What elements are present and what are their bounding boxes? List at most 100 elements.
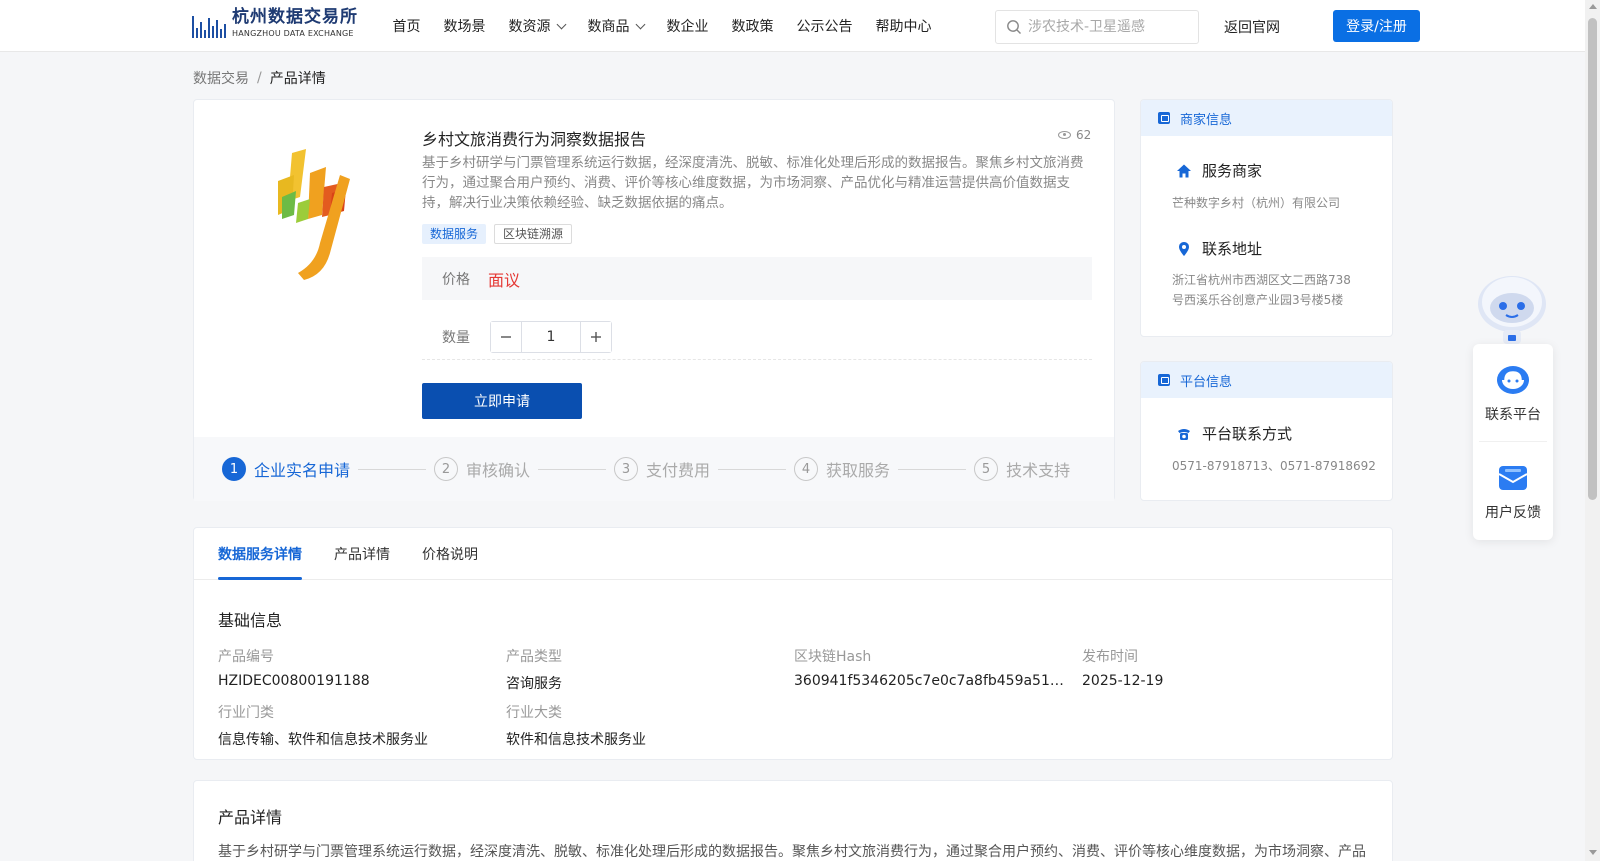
step-label: 支付费用 (646, 461, 711, 480)
field-value: 软件和信息技术服务业 (506, 732, 646, 748)
product-detail-text: 基于乡村研学与门票管理系统运行数据，经深度清洗、脱敏、标准化处理后形成的数据报告… (218, 844, 1366, 860)
step-number: 2 (434, 457, 459, 481)
page-scrollbar[interactable] (1585, 0, 1600, 861)
tab-data-service-details[interactable]: 数据服务详情 (218, 528, 302, 580)
field-label: 区块链Hash (794, 649, 872, 665)
nav-enterprises[interactable]: 数企业 (667, 16, 709, 36)
breadcrumb-separator: / (257, 70, 262, 86)
tag-blockchain-trace: 区块链溯源 (494, 224, 573, 244)
service-provider-title: 服务商家 (1176, 160, 1392, 181)
location-pin-icon (1179, 241, 1189, 256)
nav-resources[interactable]: 数资源 (509, 16, 566, 36)
back-to-official-site-link[interactable]: 返回官网 (1224, 17, 1280, 37)
plus-icon (591, 331, 601, 342)
field-industry-category: 行业门类 信息传输、软件和信息技术服务业 (218, 702, 498, 749)
field-value: 咨询服务 (506, 676, 562, 692)
merchant-info-card: 商家信息 服务商家 芒种数字乡村（杭州）有限公司 联系地址 浙江省杭州市西湖区文… (1140, 99, 1393, 337)
eye-icon (1058, 131, 1071, 139)
basic-info-title: 基础信息 (218, 611, 283, 630)
logo-title: 杭州数据交易所 (232, 7, 358, 27)
field-label: 行业门类 (218, 705, 274, 721)
step-connector (358, 468, 427, 470)
decrease-quantity-button[interactable] (491, 321, 522, 352)
main-nav: 首页 数场景 数资源 数商品 数企业 数政策 公示公告 帮助中心 (381, 0, 943, 52)
scrollbar-thumb[interactable] (1588, 18, 1597, 500)
breadcrumb-current: 产品详情 (269, 71, 326, 87)
platform-info-header: 平台信息 (1141, 362, 1392, 398)
tag-data-service: 数据服务 (422, 224, 487, 244)
details-tabs: 数据服务详情 产品详情 价格说明 (194, 528, 1392, 580)
step-number: 1 (222, 457, 246, 481)
nav-scenarios[interactable]: 数场景 (444, 16, 486, 36)
step-label: 获取服务 (826, 461, 891, 480)
step-number: 3 (614, 457, 639, 481)
step-number: 5 (974, 457, 999, 481)
field-product-id: 产品编号 HZIDEC00800191188 (218, 646, 488, 689)
field-publish-date: 发布时间 2025-12-19 (1082, 646, 1352, 689)
field-label: 行业大类 (506, 705, 562, 721)
platform-info-card: 平台信息 平台联系方式 0571-87918713、0571-87918692 (1140, 361, 1393, 501)
platform-contact-title: 平台联系方式 (1176, 423, 1392, 444)
tab-product-details[interactable]: 产品详情 (334, 528, 390, 579)
nav-products[interactable]: 数商品 (588, 16, 645, 36)
step-1: 1 企业实名申请 (222, 457, 350, 481)
breadcrumb-root[interactable]: 数据交易 (193, 68, 249, 88)
step-4: 4 获取服务 (794, 457, 890, 481)
contact-address-line-1: 浙江省杭州市西湖区文二西路738 (1172, 273, 1351, 287)
quantity-value[interactable]: 1 (522, 329, 580, 345)
search-icon (1007, 20, 1021, 34)
login-register-button[interactable]: 登录/注册 (1333, 10, 1420, 42)
logo-icon (192, 10, 226, 38)
floating-service-panel: 联系平台 用户反馈 (1473, 344, 1553, 540)
increase-quantity-button[interactable] (580, 321, 611, 352)
apply-now-button[interactable]: 立即申请 (422, 383, 582, 419)
step-label: 技术支持 (1006, 461, 1071, 480)
nav-help-center[interactable]: 帮助中心 (876, 16, 932, 36)
field-value: HZIDEC00800191188 (218, 673, 370, 689)
nav-announcements[interactable]: 公示公告 (797, 16, 853, 36)
quantity-stepper: 1 (490, 320, 612, 353)
step-3: 3 支付费用 (614, 457, 710, 481)
store-icon (1158, 112, 1170, 124)
scroll-up-arrow-icon[interactable] (1589, 4, 1597, 9)
search-box[interactable] (995, 10, 1199, 44)
field-industry-class: 行业大类 软件和信息技术服务业 (506, 702, 776, 749)
price-label: 价格 (442, 271, 470, 288)
quantity-label: 数量 (442, 329, 470, 346)
step-label: 企业实名申请 (254, 461, 351, 480)
quantity-row: 数量 1 (422, 314, 1092, 360)
contact-address-title: 联系地址 (1176, 238, 1392, 259)
logo-subtitle: HANGZHOU DATA EXCHANGE (232, 29, 354, 38)
tab-price-notes[interactable]: 价格说明 (422, 528, 478, 579)
step-connector (898, 468, 967, 470)
field-label: 发布时间 (1082, 649, 1138, 665)
site-logo[interactable]: 杭州数据交易所 HANGZHOU DATA EXCHANGE (192, 9, 358, 38)
price-row: 价格 面议 (422, 257, 1092, 300)
step-connector (538, 468, 607, 470)
field-label: 产品类型 (506, 649, 562, 665)
chevron-down-icon (635, 19, 645, 29)
search-input[interactable] (1028, 19, 1188, 35)
headset-icon (1497, 366, 1529, 394)
phone-icon (1178, 428, 1190, 440)
user-feedback-button[interactable]: 用户反馈 (1473, 462, 1553, 522)
nav-policies[interactable]: 数政策 (732, 16, 774, 36)
feedback-icon (1498, 466, 1528, 490)
assistant-robot-icon[interactable] (1472, 268, 1552, 346)
product-title: 乡村文旅消费行为洞察数据报告 (422, 130, 647, 149)
product-tags: 数据服务 区块链溯源 (422, 224, 580, 244)
data-service-details-card: 数据服务详情 产品详情 价格说明 基础信息 产品编号 HZIDEC0080019… (193, 527, 1393, 760)
scroll-down-arrow-icon[interactable] (1589, 850, 1597, 855)
top-header: 杭州数据交易所 HANGZHOU DATA EXCHANGE 首页 数场景 数资… (0, 0, 1585, 52)
product-detail-card: 产品详情 基于乡村研学与门票管理系统运行数据，经深度清洗、脱敏、标准化处理后形成… (193, 780, 1393, 861)
chevron-down-icon (556, 19, 566, 29)
platform-phone-numbers: 0571-87918713、0571-87918692 (1172, 459, 1376, 473)
application-steps: 1 企业实名申请 2 审核确认 3 支付费用 4 获取服务 5 技术支持 (194, 437, 1114, 501)
product-detail-title: 产品详情 (218, 808, 283, 827)
step-number: 4 (794, 457, 819, 481)
nav-home[interactable]: 首页 (393, 16, 421, 36)
field-product-type: 产品类型 咨询服务 (506, 646, 776, 693)
step-5: 5 技术支持 (974, 457, 1070, 481)
field-value: 信息传输、软件和信息技术服务业 (218, 732, 428, 748)
contact-platform-button[interactable]: 联系平台 (1473, 364, 1553, 424)
